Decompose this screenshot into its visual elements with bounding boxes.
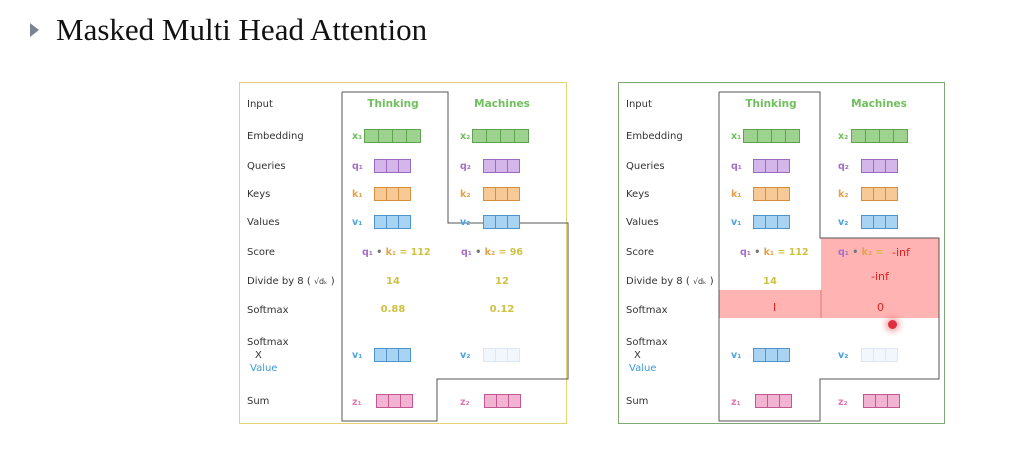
symbol-weighted-v2: v₂ [460, 350, 471, 361]
label-input: Input [247, 99, 273, 110]
key-vector-k1 [374, 187, 411, 201]
symbol-q1: q₁ [352, 161, 363, 172]
label-softmax-x-value: Softmax X Value [626, 337, 668, 374]
score-thinking: q₁ • k₁ = 112 [362, 247, 431, 258]
label-softmax: Softmax [626, 305, 668, 316]
symbol-v1: v₁ [731, 217, 742, 228]
symbol-z2: z₂ [460, 397, 470, 408]
embedding-vector-x1 [743, 129, 800, 143]
key-vector-k2 [861, 187, 898, 201]
symbol-weighted-v1: v₁ [731, 350, 742, 361]
value-vector-v2 [861, 215, 898, 229]
symbol-q1: q₁ [731, 161, 742, 172]
weighted-value-vector-v2 [861, 348, 898, 362]
symbol-v1: v₁ [352, 217, 363, 228]
symbol-z1: z₁ [352, 397, 362, 408]
slide-title: Masked Multi Head Attention [56, 12, 428, 47]
score-machines: q₁ • k₂ = [838, 247, 884, 258]
weighted-value-vector-v2 [483, 348, 520, 362]
symbol-v2: v₂ [838, 217, 849, 228]
value-vector-v1 [753, 215, 790, 229]
embedding-vector-x1 [364, 129, 421, 143]
masked-divide-value: -inf [871, 270, 889, 283]
score-machines: q₁ • k₂ = 96 [461, 247, 523, 258]
symbol-x2: x₂ [460, 131, 471, 142]
symbol-v2: v₂ [460, 217, 471, 228]
query-vector-q1 [374, 159, 411, 173]
score-thinking: q₁ • k₁ = 112 [740, 247, 809, 258]
embedding-vector-x2 [472, 129, 529, 143]
query-vector-q2 [483, 159, 520, 173]
value-vector-v1 [374, 215, 411, 229]
label-sum: Sum [626, 396, 649, 407]
symbol-x2: x₂ [838, 131, 849, 142]
symbol-z2: z₂ [838, 397, 848, 408]
divide-value-thinking: 14 [386, 276, 400, 287]
softmax-value-thinking: I [773, 301, 777, 314]
symbol-k1: k₁ [731, 189, 742, 200]
bullet-triangle-icon [30, 23, 39, 37]
label-sum: Sum [247, 396, 270, 407]
divide-value-machines: 12 [495, 276, 509, 287]
attention-panel-left: Input Embedding Queries Keys Values Scor… [239, 82, 569, 424]
attention-panel-right: Input Embedding Queries Keys Values Scor… [618, 82, 945, 424]
label-divide: Divide by 8 ( √dₖ ) [626, 276, 714, 287]
label-embedding: Embedding [247, 131, 304, 142]
key-vector-k1 [753, 187, 790, 201]
symbol-k2: k₂ [838, 189, 849, 200]
divide-value-thinking: 14 [763, 276, 777, 287]
symbol-weighted-v2: v₂ [838, 350, 849, 361]
label-score: Score [626, 247, 655, 258]
label-queries: Queries [247, 161, 286, 172]
symbol-q2: q₂ [838, 161, 849, 172]
label-divide: Divide by 8 ( √dₖ ) [247, 276, 335, 287]
key-vector-k2 [483, 187, 520, 201]
output-vector-z2 [484, 394, 521, 408]
softmax-value-thinking: 0.88 [380, 304, 406, 315]
word-thinking: Thinking [745, 98, 797, 110]
output-vector-z1 [755, 394, 792, 408]
label-softmax: Softmax [247, 305, 289, 316]
softmax-value-machines: 0 [877, 301, 884, 314]
label-score: Score [247, 247, 276, 258]
query-vector-q2 [861, 159, 898, 173]
symbol-k2: k₂ [460, 189, 471, 200]
symbol-x1: x₁ [352, 131, 363, 142]
label-input: Input [626, 99, 652, 110]
label-embedding: Embedding [626, 131, 683, 142]
label-values: Values [626, 217, 659, 228]
word-machines: Machines [851, 98, 907, 110]
query-vector-q1 [753, 159, 790, 173]
symbol-weighted-v1: v₁ [352, 350, 363, 361]
label-values: Values [247, 217, 280, 228]
value-vector-v2 [483, 215, 520, 229]
word-thinking: Thinking [367, 98, 419, 110]
symbol-q2: q₂ [460, 161, 471, 172]
slide-title-row: Masked Multi Head Attention [30, 10, 427, 50]
label-queries: Queries [626, 161, 665, 172]
symbol-x1: x₁ [731, 131, 742, 142]
label-keys: Keys [626, 189, 650, 200]
weighted-value-vector-v1 [753, 348, 790, 362]
weighted-value-vector-v1 [374, 348, 411, 362]
softmax-value-machines: 0.12 [489, 304, 515, 315]
label-softmax-x-value: Softmax X Value [247, 337, 289, 374]
output-vector-z2 [863, 394, 900, 408]
output-vector-z1 [376, 394, 413, 408]
word-machines: Machines [474, 98, 530, 110]
symbol-k1: k₁ [352, 189, 363, 200]
embedding-vector-x2 [851, 129, 908, 143]
masked-score-value: -inf [892, 246, 910, 259]
label-keys: Keys [247, 189, 271, 200]
mouse-cursor-highlight [888, 320, 897, 329]
symbol-z1: z₁ [731, 397, 741, 408]
